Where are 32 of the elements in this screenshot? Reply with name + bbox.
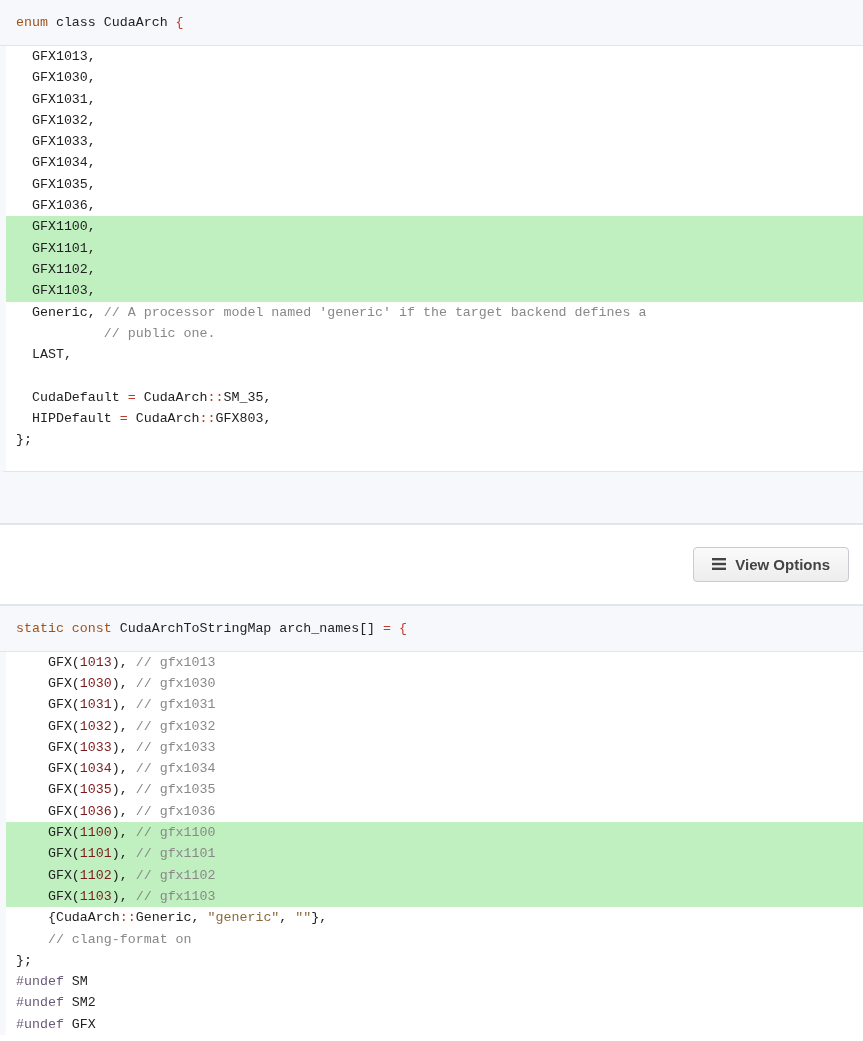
code-line: GFX(1013), // gfx1013 [46,653,217,672]
code-line: LAST, [30,346,73,365]
code-line: }; [15,951,33,970]
code-line: // clang-format on [46,930,193,949]
code-line: GFX1034, [30,154,97,173]
code-line: GFX(1036), // gfx1036 [46,802,217,821]
code-line: GFX1032, [30,111,97,130]
code-line: GFX1035, [30,175,97,194]
code-line: // public one. [102,324,217,343]
code-line: #undef SM2 [15,994,97,1013]
code-line: GFX(1031), // gfx1031 [46,696,217,715]
code-line: HIPDefault = CudaArch::GFX803, [30,410,273,429]
code-line: CudaDefault = CudaArch::SM_35, [30,388,273,407]
code-line: }; [15,431,33,450]
code-line: GFX(1030), // gfx1030 [46,674,217,693]
code-line: #undef SM [15,973,89,992]
code-line: {CudaArch::Generic, "generic", ""}, [46,909,329,928]
code-line: #undef GFX [15,1015,97,1034]
code-line: GFX1030, [30,69,97,88]
code-line: GFX(1032), // gfx1032 [46,717,217,736]
code-line: GFX1033, [30,133,97,152]
code-line: static const CudaArchToStringMap arch_names[] = { [16,620,408,636]
code-line: enum class CudaArch { [16,15,184,30]
code-line: GFX1013, [30,48,97,66]
view-options-button[interactable]: View Options [693,546,849,582]
menu-icon [712,558,727,571]
code-line: GFX(1034), // gfx1034 [46,760,217,779]
code-line: GFX1031, [30,90,97,109]
code-line: Generic, // A processor model named 'generic' if the target backend defines a [30,303,648,322]
code-line: GFX1036, [30,197,97,216]
code-line: GFX(1035), // gfx1035 [46,781,217,800]
code-line: GFX(1033), // gfx1033 [46,738,217,757]
